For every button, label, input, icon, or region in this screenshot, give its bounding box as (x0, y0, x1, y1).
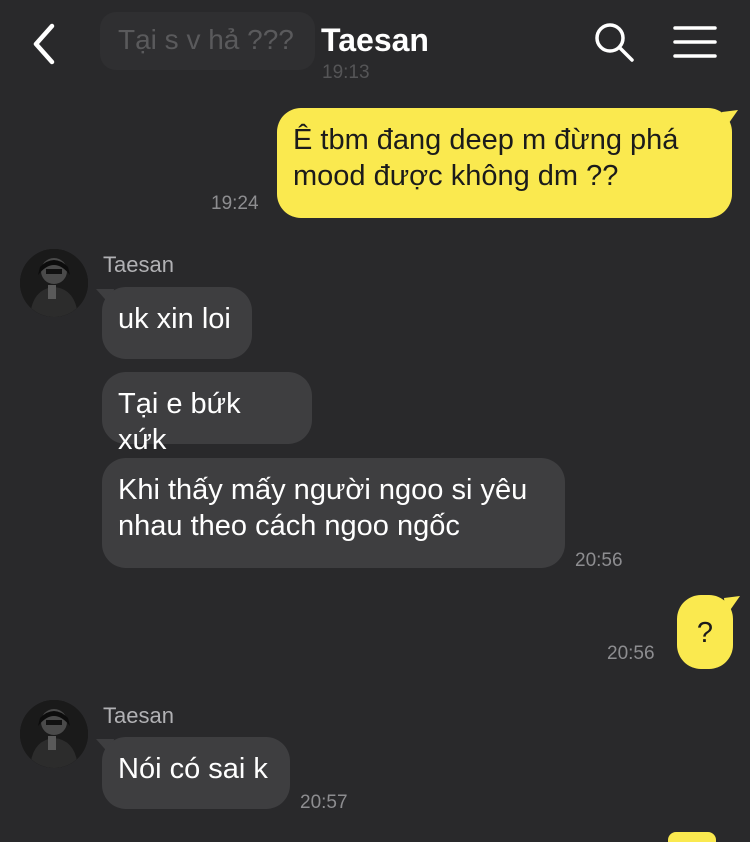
message-time: 19:24 (211, 193, 259, 214)
incoming-message-bubble[interactable]: Tại e bứk xứk (102, 372, 312, 456)
hamburger-menu-icon (673, 26, 717, 58)
sender-name: Taesan (103, 703, 174, 728)
message-time: 20:56 (607, 643, 655, 664)
outgoing-message-bubble[interactable]: Ê tbm đang deep m đừng phá mood được khô… (277, 108, 732, 218)
chat-header: Tại s v hả ??? 19:13 Taesan (0, 0, 750, 86)
message-time: 20:57 (300, 792, 348, 813)
outgoing-message-bubble-partial (668, 832, 716, 842)
incoming-message-bubble[interactable]: Khi thấy mấy người ngoo si yêu nhau theo… (102, 458, 565, 568)
incoming-message-bubble[interactable]: Nói có sai k (102, 737, 290, 809)
incoming-message-bubble[interactable]: uk xin loi (102, 287, 252, 359)
profile-photo-icon (20, 249, 88, 317)
avatar[interactable] (20, 700, 88, 768)
menu-button[interactable] (672, 20, 718, 64)
outgoing-message-bubble[interactable]: ? (677, 595, 733, 669)
faded-message-time: 19:13 (322, 62, 370, 83)
avatar[interactable] (20, 249, 88, 317)
search-button[interactable] (592, 20, 636, 64)
message-time: 20:56 (575, 550, 623, 571)
search-icon (595, 23, 634, 62)
sender-name: Taesan (103, 252, 174, 277)
page-title: Taesan (321, 22, 429, 58)
profile-photo-icon (20, 700, 88, 768)
